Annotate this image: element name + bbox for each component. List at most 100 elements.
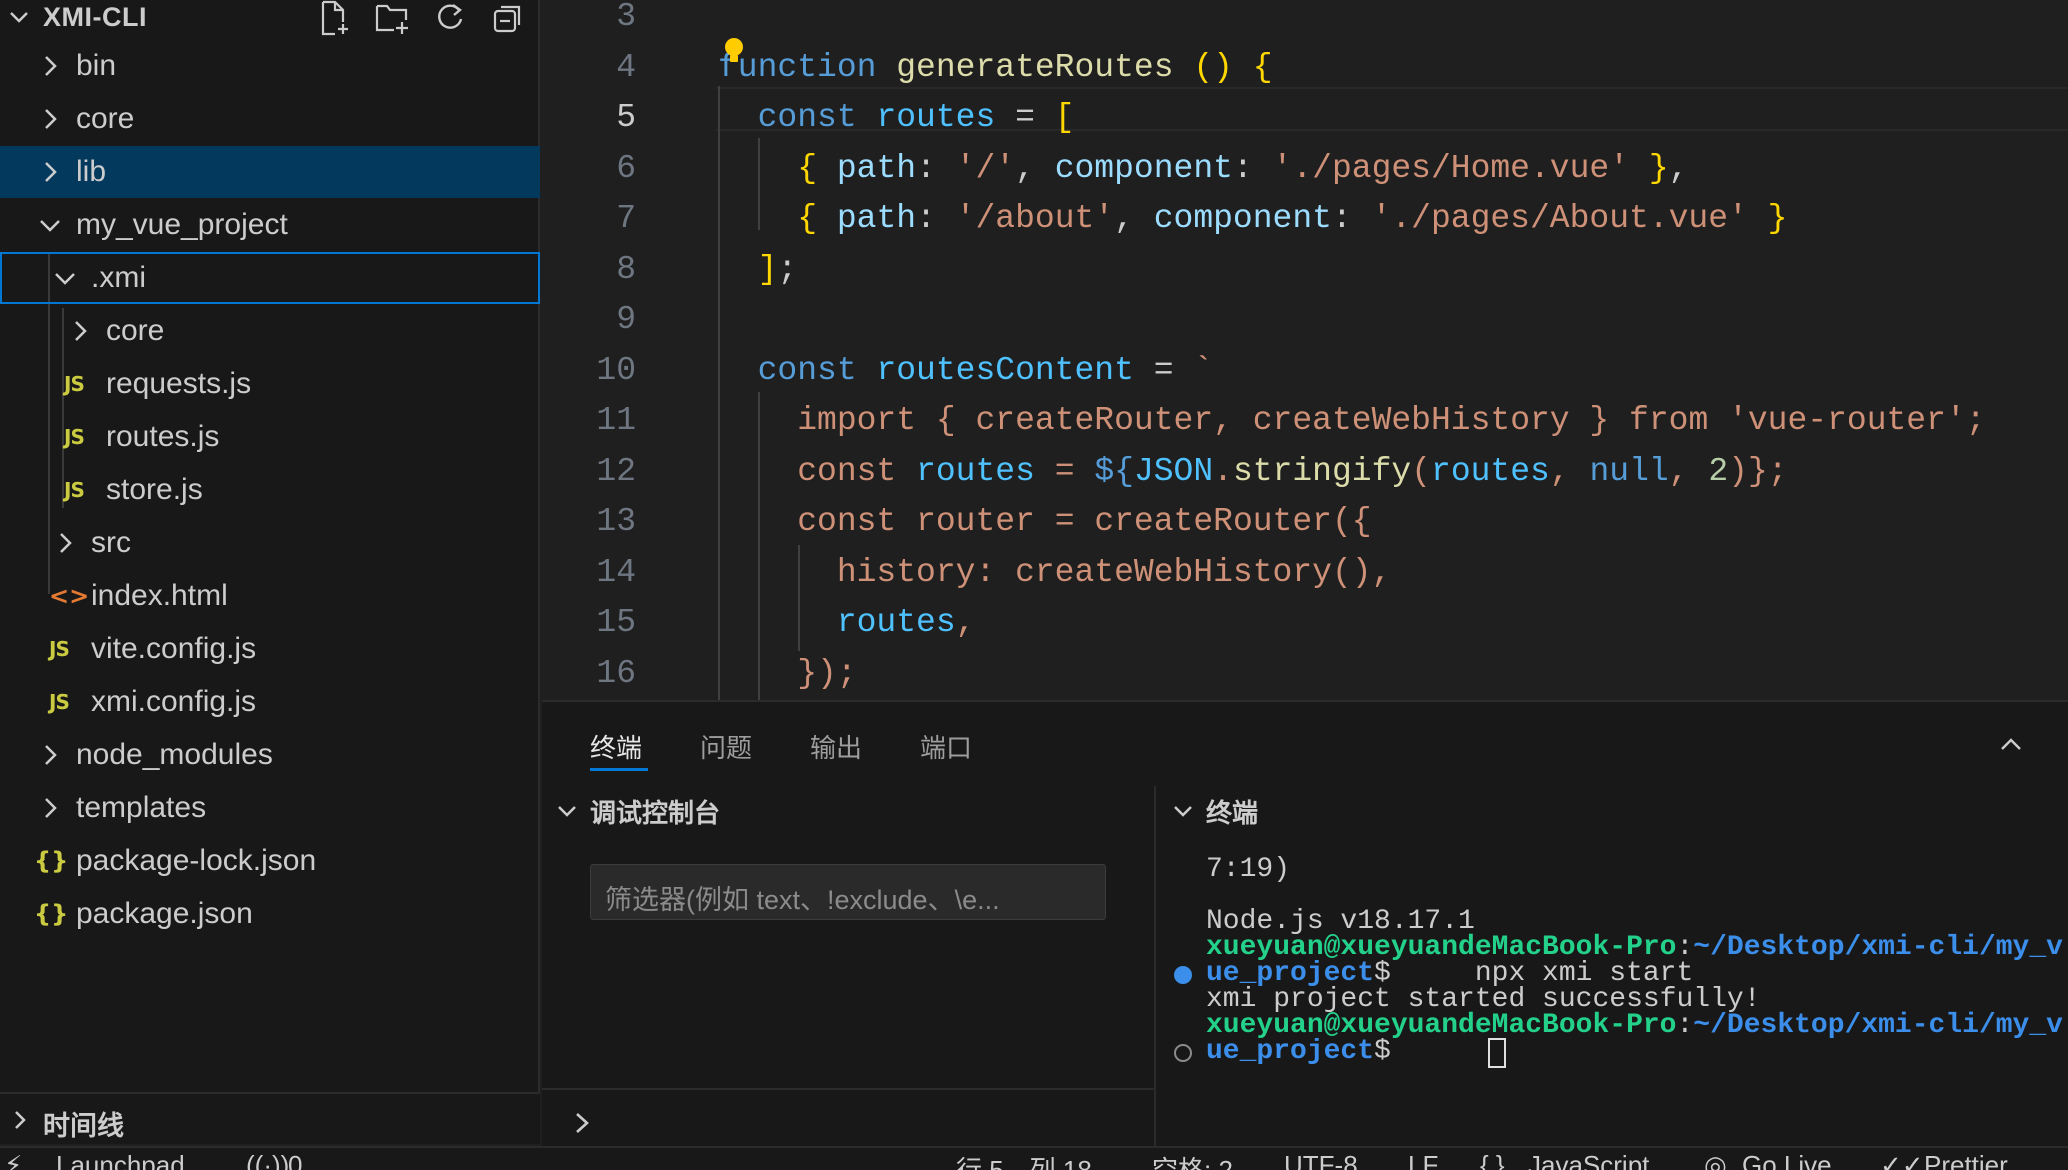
new-folder-icon[interactable] <box>372 0 412 36</box>
tab-output[interactable]: 输出 <box>810 728 862 765</box>
chevron-down-icon <box>558 806 576 817</box>
javascript-file-icon: JS <box>64 372 85 396</box>
timeline-title: 时间线 <box>43 1111 124 1141</box>
tab-ports[interactable]: 端口 <box>920 728 972 765</box>
terminal-path: ~/Desktop/xmi-cli/my_v <box>1693 932 2063 963</box>
tree-item-label: my_vue_project <box>76 208 288 241</box>
code-line[interactable]: 15 routes, <box>542 598 2068 648</box>
tree-file[interactable]: {} package.json <box>0 888 540 940</box>
code-line[interactable]: 11 import { createRouter, createWebHisto… <box>542 396 2068 446</box>
tab-terminal[interactable]: 终端 <box>590 728 642 765</box>
panel-tabs: 终端 问题 输出 端口 <box>542 702 2068 786</box>
code-line[interactable]: 16 }); <box>542 649 2068 699</box>
chevron-down-icon <box>1174 806 1192 817</box>
tree-file[interactable]: JS routes.js <box>0 411 540 463</box>
prettier-icon[interactable]: ✓✓ <box>1880 1150 1924 1170</box>
code-line[interactable]: 4 function generateRoutes () { <box>542 43 2068 93</box>
tree-file[interactable]: JS requests.js <box>0 358 540 410</box>
cursor-position[interactable]: 行 5，列 18 <box>956 1150 1092 1170</box>
prettier-button[interactable]: Prettier <box>1924 1150 2008 1170</box>
code-line[interactable]: 5 const routes = [ <box>542 93 2068 143</box>
code-line[interactable]: 9 <box>542 295 2068 345</box>
terminal-header[interactable]: 终端 <box>1170 786 1258 836</box>
tree-folder[interactable]: templates <box>0 782 540 834</box>
line-number: 15 <box>596 604 636 641</box>
html-file-icon: <> <box>49 582 90 610</box>
code-text: { path: '/', component: './pages/Home.vu… <box>797 149 1689 187</box>
line-number: 12 <box>596 452 636 490</box>
explorer-header[interactable]: XMI-CLI <box>0 0 540 36</box>
remote-icon[interactable]: ⚡ <box>4 1150 22 1170</box>
tree-file[interactable]: JS store.js <box>0 464 540 516</box>
tree-item-label: package.json <box>76 897 253 930</box>
command-pending-dot[interactable] <box>1174 1044 1192 1062</box>
debug-filter-input[interactable]: 筛选器(例如 text、!exclude、\e... <box>590 864 1106 920</box>
tree-item-label: index.html <box>91 579 228 612</box>
collapse-all-icon[interactable] <box>488 0 528 36</box>
line-number: 6 <box>616 149 636 187</box>
eol[interactable]: LF <box>1408 1150 1438 1170</box>
language-mode[interactable]: JavaScript <box>1528 1150 1649 1170</box>
ports-count[interactable]: 0 <box>288 1150 302 1170</box>
tree-folder[interactable]: core <box>0 305 540 357</box>
code-line[interactable]: 14 history: createWebHistory(), <box>542 548 2068 598</box>
line-number: 4 <box>616 48 636 86</box>
chevron-right-icon <box>45 56 57 76</box>
tree-item-label: src <box>91 526 131 559</box>
code-text: const routesContent = ` <box>757 351 1214 389</box>
code-line[interactable]: 3 <box>542 0 2068 42</box>
terminal-output[interactable]: 7:19) Node.js v18.17.1 xueyuan@xueyuandeMa… <box>1158 836 2068 1148</box>
broadcast-icon[interactable]: ((·)) <box>246 1150 289 1170</box>
tree-folder[interactable]: .xmi <box>0 252 540 304</box>
tree-file[interactable]: {} package-lock.json <box>0 835 540 887</box>
tab-problems[interactable]: 问题 <box>700 728 752 765</box>
code-line[interactable]: 12 const routes = ${JSON.stringify(route… <box>542 447 2068 497</box>
go-live-icon[interactable]: ◎ <box>1704 1150 1727 1170</box>
debug-console-section: 调试控制台 筛选器(例如 text、!exclude、\e... <box>542 786 1156 1148</box>
code-line[interactable]: 10 const routesContent = ` <box>542 346 2068 396</box>
code-text: }); <box>797 654 857 692</box>
json-file-icon: {} <box>34 847 69 875</box>
encoding[interactable]: UTF-8 <box>1284 1150 1358 1170</box>
tree-file[interactable]: JS xmi.config.js <box>0 676 540 728</box>
line-number: 14 <box>596 553 636 591</box>
launchpad-item[interactable]: Launchpad <box>56 1150 185 1170</box>
chevron-right-icon <box>45 162 57 182</box>
tree-folder[interactable]: lib <box>0 146 540 198</box>
debug-console-title: 调试控制台 <box>590 797 721 828</box>
command-success-dot[interactable] <box>1174 966 1192 984</box>
tree-folder[interactable]: src <box>0 517 540 569</box>
tree-item-label: node_modules <box>76 738 273 771</box>
refresh-icon[interactable] <box>430 0 470 36</box>
tree-folder[interactable]: core <box>0 93 540 145</box>
tree-file[interactable]: <> index.html <box>0 570 540 622</box>
debug-console-header[interactable]: 调试控制台 <box>554 786 720 836</box>
code-text: routes, <box>836 604 976 641</box>
code-text: const routes = ${JSON.stringify(routes, … <box>797 452 1788 490</box>
code-line[interactable]: 6 { path: '/', component: './pages/Home.… <box>542 144 2068 194</box>
code-text: history: createWebHistory(), <box>836 553 1392 591</box>
tree-folder[interactable]: my_vue_project <box>0 199 540 251</box>
tree-item-label: package-lock.json <box>76 844 317 877</box>
tree-item-label: vite.config.js <box>91 632 257 665</box>
tree-folder[interactable]: bin <box>0 40 540 92</box>
braces-icon[interactable]: { } <box>1480 1150 1505 1170</box>
tree-folder[interactable]: node_modules <box>0 729 540 781</box>
indentation[interactable]: 空格: 2 <box>1152 1150 1233 1170</box>
lightbulb-icon[interactable] <box>723 37 745 65</box>
tree-file[interactable]: JS vite.config.js <box>0 623 540 675</box>
chevron-right-icon[interactable] <box>570 1108 596 1138</box>
maximize-panel-icon[interactable] <box>1994 728 2028 762</box>
code-text: import { createRouter, createWebHistory … <box>797 402 1986 439</box>
new-file-icon[interactable] <box>314 0 354 36</box>
chevron-down-icon[interactable] <box>6 4 32 30</box>
code-line[interactable]: 7 { path: '/about', component: './pages/… <box>542 194 2068 244</box>
code-text: { path: '/about', component: './pages/Ab… <box>797 200 1788 237</box>
code-editor[interactable]: 3 4 function generateRoutes () {5 const ro… <box>542 0 2068 700</box>
code-line[interactable]: 13 const router = createRouter({ <box>542 497 2068 547</box>
go-live-button[interactable]: Go Live <box>1742 1150 1832 1170</box>
timeline-section[interactable]: 时间线 <box>0 1092 540 1144</box>
chevron-right-icon <box>15 1111 26 1129</box>
tree-item-label: requests.js <box>106 367 252 400</box>
code-line[interactable]: 8 ]; <box>542 245 2068 295</box>
